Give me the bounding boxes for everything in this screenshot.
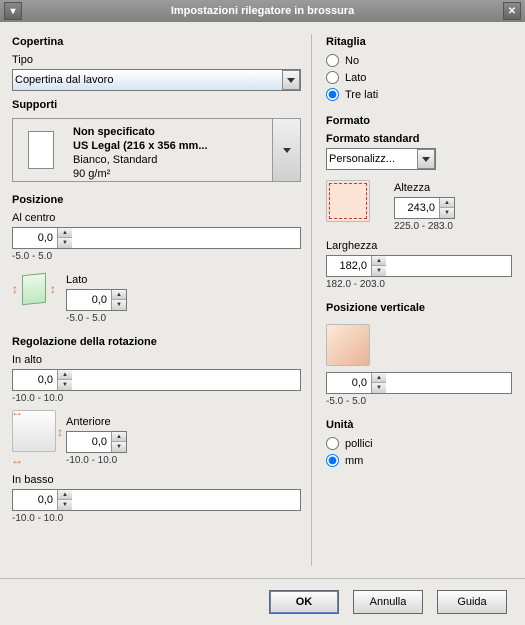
label-front: Anteriore [66, 414, 127, 431]
spin-down-icon[interactable]: ▼ [58, 500, 72, 510]
label-media: Supporti [12, 97, 301, 114]
ok-button[interactable]: OK [269, 590, 339, 614]
type-dropdown[interactable]: Copertina dal lavoro [12, 69, 301, 91]
dialog-content: Copertina Tipo Copertina dal lavoro Supp… [0, 22, 525, 578]
height-spinner[interactable]: ▲▼ [394, 197, 455, 219]
label-bottom: In basso [12, 472, 301, 489]
radio-trim-side[interactable]: Lato [326, 69, 512, 86]
section-cover: Copertina [12, 34, 301, 52]
type-value: Copertina dal lavoro [15, 74, 113, 86]
label-width: Larghezza [326, 238, 512, 255]
titlebar-menu-button[interactable]: ▾ [4, 2, 22, 20]
std-format-dropdown[interactable]: Personalizz... [326, 148, 436, 170]
spin-up-icon[interactable]: ▲ [112, 290, 126, 300]
rotation-icon [12, 410, 56, 452]
spin-up-icon[interactable]: ▲ [58, 490, 72, 500]
spin-down-icon[interactable]: ▼ [58, 380, 72, 390]
label-side: Lato [66, 272, 127, 289]
media-thumb [13, 119, 69, 181]
media-dropdown-button[interactable] [272, 119, 300, 181]
side-spinner[interactable]: ▲▼ [66, 289, 127, 311]
media-text: Non specificato US Legal (216 x 356 mm..… [69, 119, 272, 181]
width-input[interactable] [327, 256, 371, 276]
help-button[interactable]: Guida [437, 590, 507, 614]
section-vpos: Posizione verticale [326, 300, 512, 318]
height-range: 225.0 - 283.0 [394, 219, 455, 232]
bottom-input[interactable] [13, 490, 57, 510]
spin-down-icon[interactable]: ▼ [440, 208, 454, 218]
front-spinner[interactable]: ▲▼ [66, 431, 127, 453]
width-spinner[interactable]: ▲▼ [326, 255, 512, 277]
height-input[interactable] [395, 198, 439, 218]
width-range: 182.0 - 203.0 [326, 277, 512, 290]
cancel-button[interactable]: Annulla [353, 590, 423, 614]
media-selector: Non specificato US Legal (216 x 356 mm..… [12, 118, 301, 182]
spin-up-icon[interactable]: ▲ [58, 228, 72, 238]
vpos-range: -5.0 - 5.0 [326, 394, 512, 407]
bottom-spinner[interactable]: ▲▼ [12, 489, 301, 511]
front-input[interactable] [67, 432, 111, 452]
side-position-icon [12, 268, 56, 310]
spin-up-icon[interactable]: ▲ [58, 370, 72, 380]
radio-unit-inches[interactable]: pollici [326, 435, 512, 452]
chevron-down-icon[interactable] [282, 70, 300, 90]
side-input[interactable] [67, 290, 111, 310]
section-trim: Ritaglia [326, 34, 512, 52]
window-title: Impostazioni rilegatore in brossura [22, 5, 503, 17]
media-line4: 90 g/m² [73, 167, 268, 181]
spin-down-icon[interactable]: ▼ [372, 383, 386, 393]
center-spinner[interactable]: ▲▼ [12, 227, 301, 249]
top-range: -10.0 - 10.0 [12, 391, 301, 404]
vpos-spinner[interactable]: ▲▼ [326, 372, 512, 394]
label-std-format: Formato standard [326, 131, 512, 148]
label-center: Al centro [12, 210, 301, 227]
chevron-down-icon[interactable] [417, 149, 435, 169]
top-input[interactable] [13, 370, 57, 390]
side-range: -5.0 - 5.0 [66, 311, 127, 324]
radio-trim-no[interactable]: No [326, 52, 512, 69]
label-height: Altezza [394, 180, 455, 197]
spin-up-icon[interactable]: ▲ [112, 432, 126, 442]
spin-up-icon[interactable]: ▲ [440, 198, 454, 208]
top-spinner[interactable]: ▲▼ [12, 369, 301, 391]
section-format: Formato [326, 113, 512, 131]
bottom-range: -10.0 - 10.0 [12, 511, 301, 524]
media-line3: Bianco, Standard [73, 153, 268, 167]
center-input[interactable] [13, 228, 57, 248]
spin-down-icon[interactable]: ▼ [112, 442, 126, 452]
std-format-value: Personalizz... [329, 153, 395, 165]
radio-unit-mm[interactable]: mm [326, 452, 512, 469]
radio-trim-three[interactable]: Tre lati [326, 86, 512, 103]
label-top: In alto [12, 352, 301, 369]
section-position: Posizione [12, 192, 301, 210]
spin-down-icon[interactable]: ▼ [58, 238, 72, 248]
spin-down-icon[interactable]: ▼ [372, 266, 386, 276]
label-type: Tipo [12, 52, 301, 69]
section-rotation: Regolazione della rotazione [12, 334, 301, 352]
media-line2: US Legal (216 x 356 mm... [73, 139, 268, 153]
section-unit: Unità [326, 417, 512, 435]
vpos-input[interactable] [327, 373, 371, 393]
spin-down-icon[interactable]: ▼ [112, 300, 126, 310]
format-preview-icon [326, 180, 370, 222]
center-range: -5.0 - 5.0 [12, 249, 301, 262]
front-range: -10.0 - 10.0 [66, 453, 127, 466]
titlebar: ▾ Impostazioni rilegatore in brossura ✕ [0, 0, 525, 22]
vpos-preview-icon [326, 324, 370, 366]
close-icon[interactable]: ✕ [503, 2, 521, 20]
media-line1: Non specificato [73, 125, 268, 139]
spin-up-icon[interactable]: ▲ [372, 373, 386, 383]
dialog-footer: OK Annulla Guida [0, 578, 525, 624]
spin-up-icon[interactable]: ▲ [372, 256, 386, 266]
